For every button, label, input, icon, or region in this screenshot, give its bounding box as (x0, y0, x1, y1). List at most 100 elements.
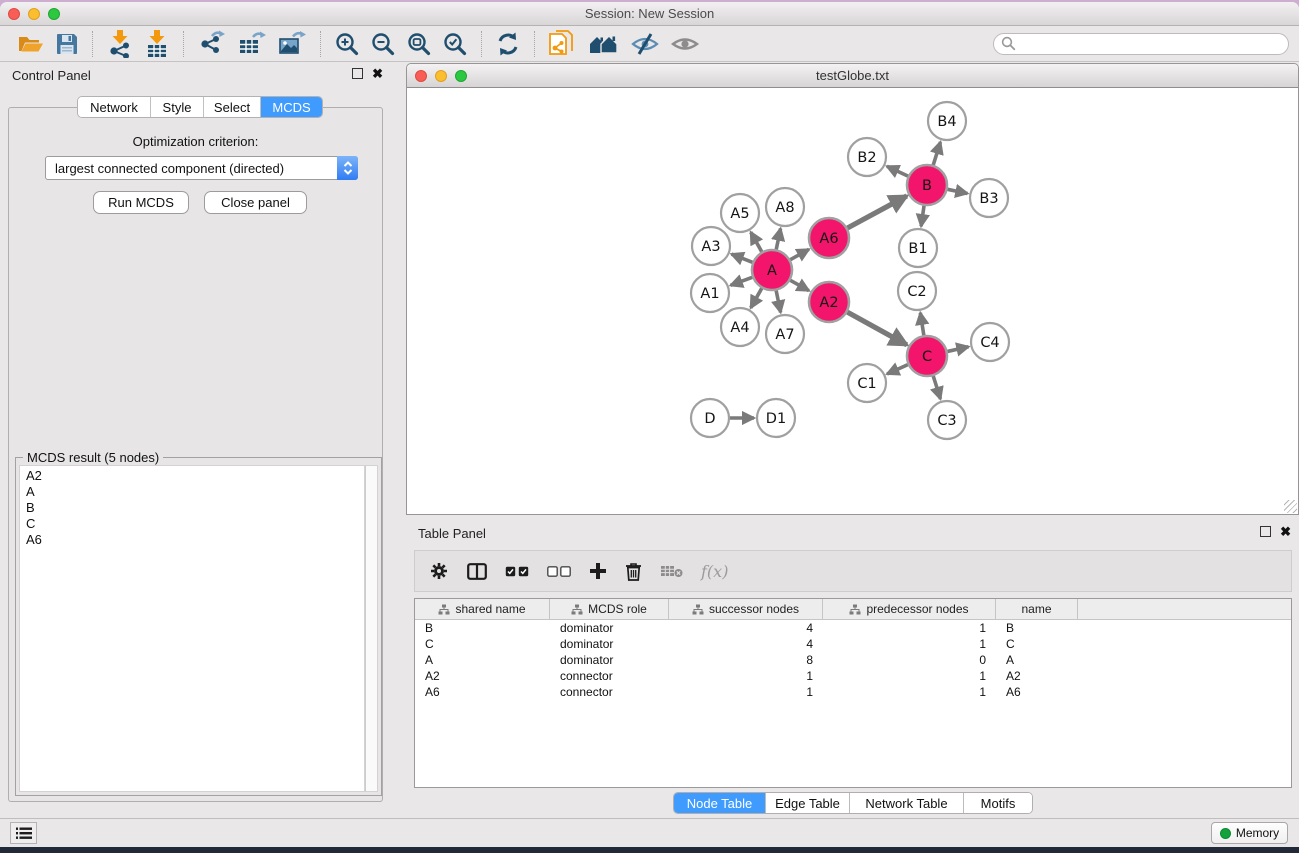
column-header-name[interactable]: name (996, 599, 1078, 619)
table-cell[interactable]: B (415, 620, 550, 636)
table-settings-button[interactable] (429, 556, 449, 586)
graph-node-D1[interactable]: D1 (757, 399, 795, 437)
table-cell[interactable]: C (996, 636, 1078, 652)
table-cell[interactable]: 4 (669, 636, 823, 652)
result-list-scrollbar[interactable] (365, 465, 378, 792)
tab-node-table[interactable]: Node Table (674, 793, 766, 813)
close-panel-button[interactable]: Close panel (204, 191, 307, 214)
close-panel-icon[interactable]: ✖ (372, 68, 383, 79)
graph-node-D[interactable]: D (691, 399, 729, 437)
graph-node-C[interactable]: C (907, 336, 947, 376)
select-all-columns-button[interactable] (505, 556, 529, 586)
export-image-button[interactable] (272, 29, 312, 59)
run-mcds-button[interactable]: Run MCDS (93, 191, 189, 214)
search-input[interactable] (1016, 35, 1288, 53)
graph-edge-A-A7[interactable] (776, 291, 780, 313)
export-network-button[interactable] (192, 29, 232, 59)
create-column-button[interactable] (589, 556, 607, 586)
table-cell[interactable]: A2 (415, 668, 550, 684)
graph-edge-A-A5[interactable] (751, 232, 762, 252)
tab-network[interactable]: Network (78, 97, 151, 117)
tab-motifs[interactable]: Motifs (964, 793, 1032, 813)
graph-node-A1[interactable]: A1 (691, 274, 729, 312)
function-builder-button[interactable]: f(x) (701, 562, 728, 581)
result-list-item[interactable]: C (26, 516, 358, 532)
table-cell[interactable]: A (415, 652, 550, 668)
table-cell[interactable]: B (996, 620, 1078, 636)
table-cell[interactable]: 4 (669, 620, 823, 636)
graph-node-B4[interactable]: B4 (928, 102, 966, 140)
graph-edge-B-B2[interactable] (887, 166, 908, 176)
table-cell[interactable]: connector (550, 668, 669, 684)
zoom-selected-button[interactable] (437, 29, 473, 59)
graph-node-A5[interactable]: A5 (721, 194, 759, 232)
column-header-successor-nodes[interactable]: successor nodes (669, 599, 823, 619)
table-cell[interactable]: A6 (996, 684, 1078, 700)
table-cell[interactable]: dominator (550, 620, 669, 636)
save-session-button[interactable] (50, 29, 84, 59)
table-cell[interactable]: A6 (415, 684, 550, 700)
graph-node-B3[interactable]: B3 (970, 179, 1008, 217)
graph-node-A8[interactable]: A8 (766, 188, 804, 226)
graph-edge-A-A2[interactable] (790, 280, 809, 290)
delete-column-button[interactable] (625, 556, 642, 586)
open-session-button[interactable] (12, 29, 50, 59)
delete-table-button[interactable] (660, 556, 683, 586)
graph-node-A7[interactable]: A7 (766, 315, 804, 353)
graph-node-B1[interactable]: B1 (899, 229, 937, 267)
table-cell[interactable]: 1 (669, 684, 823, 700)
graph-node-C2[interactable]: C2 (898, 272, 936, 310)
deselect-all-columns-button[interactable] (547, 556, 571, 586)
float-table-panel-icon[interactable] (1260, 526, 1271, 537)
table-cell[interactable]: A (996, 652, 1078, 668)
graph-node-B2[interactable]: B2 (848, 138, 886, 176)
table-row[interactable]: Adominator80A (415, 652, 1291, 668)
graph-edge-C-C1[interactable] (887, 365, 908, 374)
column-header-predecessor-nodes[interactable]: predecessor nodes (823, 599, 996, 619)
table-row[interactable]: A2connector11A2 (415, 668, 1291, 684)
zoom-fit-button[interactable] (401, 29, 437, 59)
table-cell[interactable]: dominator (550, 636, 669, 652)
network-window-title-bar[interactable]: testGlobe.txt (407, 64, 1298, 88)
graph-edge-A-A4[interactable] (751, 288, 762, 308)
graph-node-C4[interactable]: C4 (971, 323, 1009, 361)
table-cell[interactable]: C (415, 636, 550, 652)
graph-edge-A-A6[interactable] (790, 249, 809, 259)
zoom-out-button[interactable] (365, 29, 401, 59)
column-header-MCDS-role[interactable]: MCDS role (550, 599, 669, 619)
refresh-network-button[interactable] (490, 29, 526, 59)
table-cell[interactable]: 1 (823, 636, 996, 652)
graph-edge-C-C3[interactable] (933, 376, 940, 399)
float-panel-icon[interactable] (352, 68, 363, 79)
table-cell[interactable]: A2 (996, 668, 1078, 684)
table-cell[interactable]: connector (550, 684, 669, 700)
graph-node-C3[interactable]: C3 (928, 401, 966, 439)
home-button[interactable] (581, 29, 625, 59)
tab-style[interactable]: Style (151, 97, 204, 117)
graph-edge-B-B3[interactable] (948, 189, 968, 193)
table-cell[interactable]: 1 (823, 668, 996, 684)
graph-edge-C-C4[interactable] (947, 347, 968, 352)
graph-edge-A6-B[interactable] (847, 196, 906, 228)
graph-edge-B-B1[interactable] (921, 206, 924, 226)
graph-edge-A-A1[interactable] (731, 277, 753, 285)
result-list-item[interactable]: A6 (26, 532, 358, 548)
tab-edge-table[interactable]: Edge Table (766, 793, 850, 813)
graph-edge-B-B4[interactable] (933, 142, 940, 165)
column-header-shared-name[interactable]: shared name (415, 599, 550, 619)
table-cell[interactable]: 0 (823, 652, 996, 668)
result-list-item[interactable]: B (26, 500, 358, 516)
table-row[interactable]: Bdominator41B (415, 620, 1291, 636)
result-list-item[interactable]: A (26, 484, 358, 500)
close-table-panel-icon[interactable]: ✖ (1280, 526, 1291, 537)
graph-node-B[interactable]: B (907, 165, 947, 205)
panel-menu-button[interactable] (10, 822, 37, 844)
memory-button[interactable]: Memory (1211, 822, 1288, 844)
graph-node-A[interactable]: A (752, 250, 792, 290)
show-graphics-details-button[interactable] (665, 29, 705, 59)
table-cell[interactable]: 8 (669, 652, 823, 668)
table-row[interactable]: A6connector11A6 (415, 684, 1291, 700)
import-table-button[interactable] (139, 29, 175, 59)
table-cell[interactable]: dominator (550, 652, 669, 668)
graph-node-A2[interactable]: A2 (809, 282, 849, 322)
